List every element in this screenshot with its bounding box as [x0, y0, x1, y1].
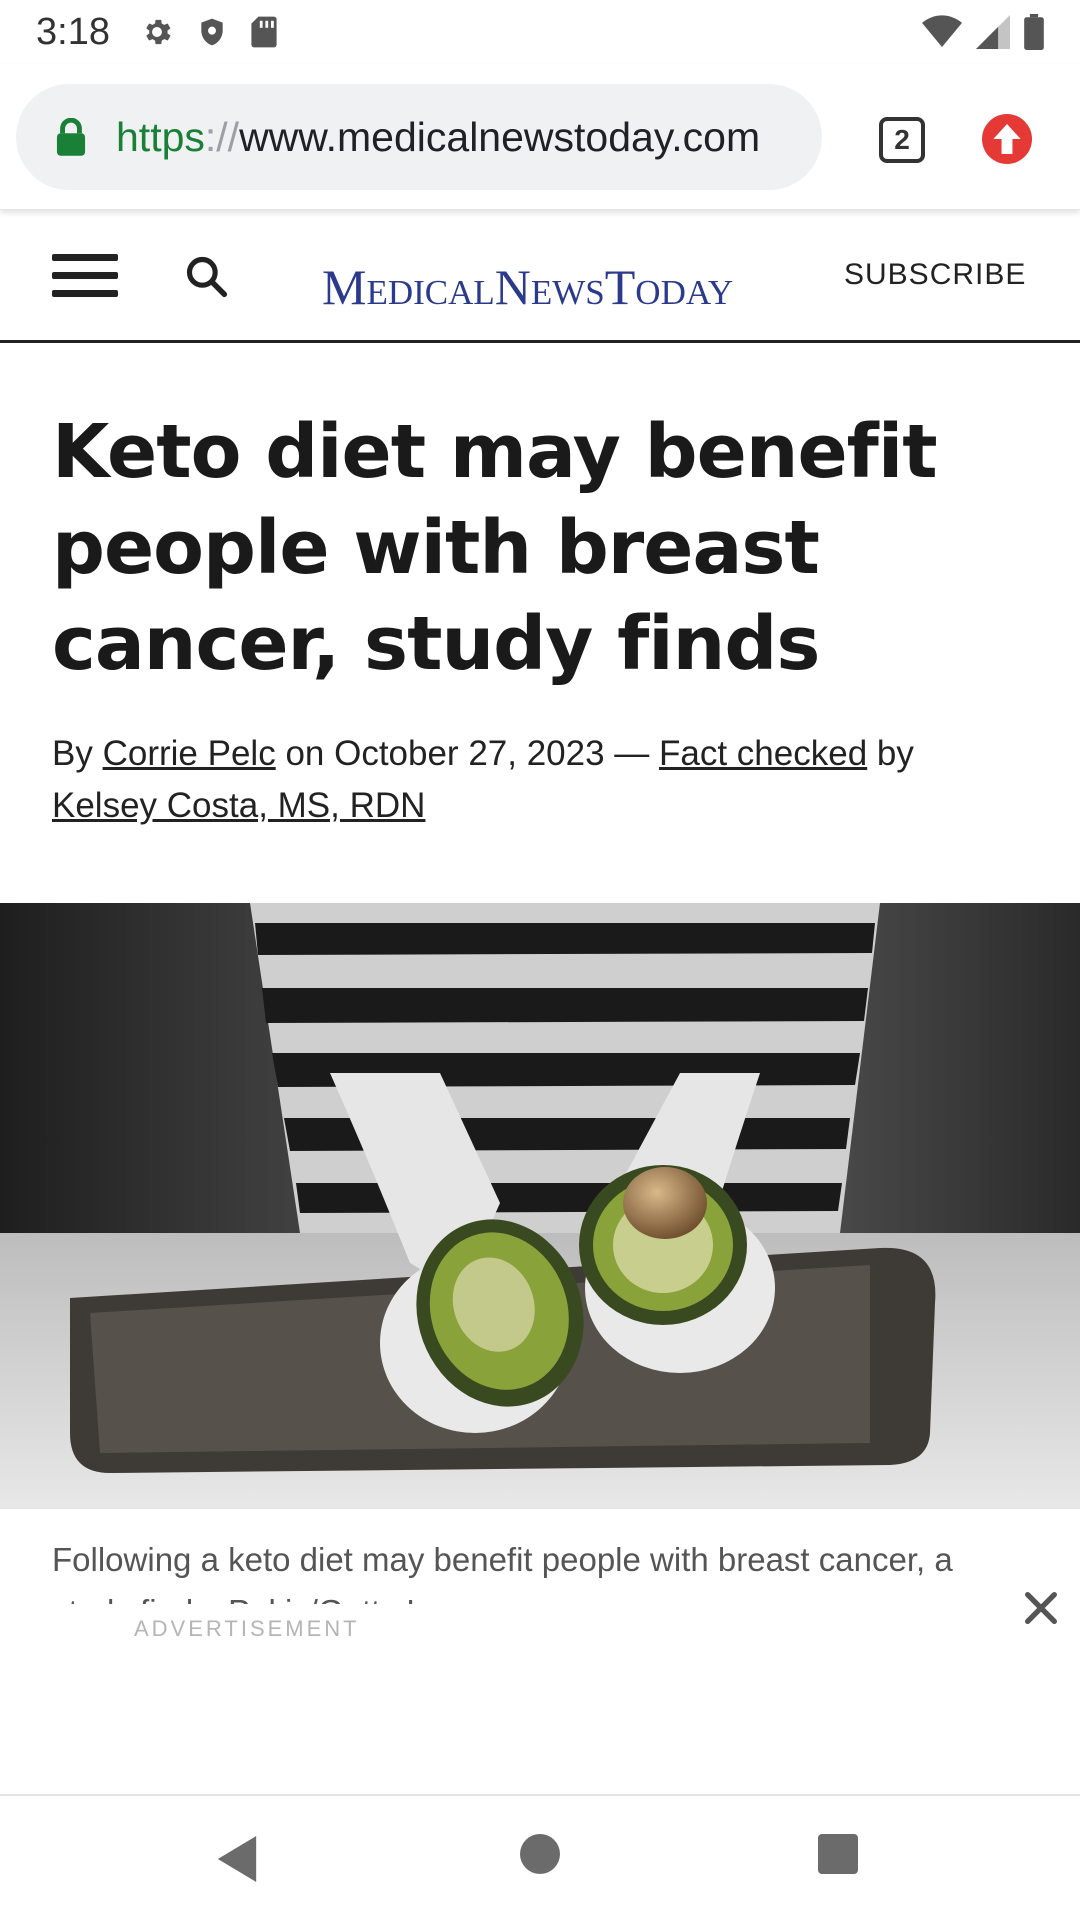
- url-text[interactable]: https://www.medicalnewstoday.com: [116, 114, 760, 161]
- byline-date: on October 27, 2023 —: [285, 734, 650, 773]
- screen: 3:18 https://www.medicalnewstoday.com 2 …: [0, 0, 1080, 1920]
- article-headline: Keto diet may benefit people with breast…: [52, 409, 938, 687]
- ad-banner: ADVERTISEMENT: [0, 1592, 1080, 1796]
- site-logo[interactable]: MedicalNewsToday: [322, 258, 733, 316]
- status-icons-right: [922, 14, 1044, 50]
- recents-icon[interactable]: [818, 1834, 858, 1874]
- browser-toolbar: https://www.medicalnewstoday.com 2: [0, 64, 1080, 210]
- site-header: MedicalNewsToday SUBSCRIBE: [0, 210, 1080, 343]
- article-byline: By Corrie Pelc on October 27, 2023 — Fac…: [52, 728, 1032, 832]
- settings-gear-icon: [146, 19, 171, 45]
- fact-checked-link[interactable]: Fact checked: [659, 734, 867, 773]
- close-icon: [1025, 1592, 1057, 1624]
- fact-checker-link[interactable]: Kelsey Costa, MS, RDN: [52, 786, 425, 825]
- home-icon[interactable]: [520, 1834, 560, 1874]
- back-icon[interactable]: [217, 1836, 257, 1882]
- ad-close-button[interactable]: [1021, 1588, 1061, 1628]
- battery-icon: [1024, 14, 1044, 50]
- status-time: 3:18: [36, 10, 110, 53]
- author-link[interactable]: Corrie Pelc: [103, 734, 276, 773]
- address-bar[interactable]: https://www.medicalnewstoday.com: [16, 84, 822, 190]
- shield-icon: [201, 18, 223, 46]
- image-caption: Following a keto diet may benefit people…: [52, 1541, 953, 1604]
- tab-count: 2: [894, 124, 910, 155]
- wifi-icon: [922, 15, 962, 48]
- menu-button[interactable]: [52, 254, 118, 298]
- url-separator: ://: [204, 113, 240, 160]
- system-nav-bar: [0, 1796, 1080, 1920]
- update-button[interactable]: [982, 114, 1032, 164]
- byline-prefix: By: [52, 734, 93, 773]
- url-host: www.medicalnewstoday.com: [239, 113, 761, 160]
- cell-signal-icon: [976, 15, 1010, 49]
- arrow-up-icon: [993, 124, 1021, 154]
- subscribe-link[interactable]: SUBSCRIBE: [844, 258, 1026, 292]
- search-button[interactable]: [184, 254, 228, 298]
- search-icon: [186, 256, 228, 298]
- sd-card-icon: [251, 16, 277, 48]
- hero-image-graphic: [0, 903, 1080, 1509]
- lock-icon: [56, 118, 86, 156]
- status-bar: 3:18: [0, 0, 1080, 64]
- menu-bar: [52, 290, 118, 297]
- hero-image: [0, 903, 1080, 1509]
- ad-label: ADVERTISEMENT: [134, 1616, 360, 1641]
- tab-switcher-button[interactable]: 2: [879, 117, 925, 163]
- url-scheme: https: [116, 113, 205, 160]
- menu-bar: [52, 254, 118, 261]
- status-icons-left: [140, 15, 278, 49]
- byline-by: by: [876, 734, 914, 773]
- menu-bar: [52, 272, 118, 279]
